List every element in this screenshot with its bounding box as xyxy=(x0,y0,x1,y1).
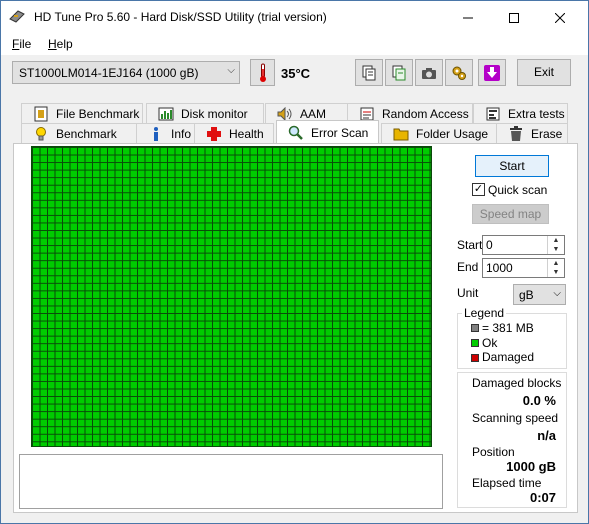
camera-icon xyxy=(422,67,436,79)
drive-select[interactable]: ST1000LM014-1EJ164 (1000 gB) ⌵ xyxy=(12,61,240,84)
tab-extra-tests-label: Extra tests xyxy=(508,106,565,121)
copy-all-button[interactable] xyxy=(385,59,413,86)
info-icon xyxy=(147,126,165,142)
maximize-icon xyxy=(509,12,519,23)
start-scan-button[interactable]: Start xyxy=(475,155,549,177)
disk-monitor-icon xyxy=(157,106,175,122)
start-input-value: 0 xyxy=(486,238,493,252)
tab-folder-usage[interactable]: Folder Usage xyxy=(381,123,497,143)
menu-file[interactable]: File xyxy=(12,37,31,51)
thermometer-icon xyxy=(259,63,266,82)
tab-health[interactable]: Health xyxy=(194,123,274,143)
folder-icon xyxy=(392,126,410,142)
copy-icon xyxy=(362,65,376,80)
tab-erase[interactable]: Erase xyxy=(496,123,568,143)
damaged-blocks-value: 0.0 % xyxy=(522,393,556,408)
close-icon xyxy=(555,12,565,23)
save-button[interactable] xyxy=(478,59,506,86)
end-field-label: End xyxy=(457,260,479,274)
scan-block-map xyxy=(31,146,432,447)
checkmark-icon: ✓ xyxy=(473,183,484,195)
copy-all-icon xyxy=(392,65,406,80)
chevron-down-icon: ⌵ xyxy=(553,288,561,299)
menu-help-label: elp xyxy=(56,37,73,51)
legend-damaged: Damaged xyxy=(482,350,535,364)
speed-map-button[interactable]: Speed map xyxy=(472,204,549,224)
legend-block-size: = 381 MB xyxy=(482,321,534,335)
extra-tests-icon xyxy=(484,106,502,122)
tab-error-scan-label: Error Scan xyxy=(311,125,369,140)
chevron-down-icon: ⌵ xyxy=(227,65,235,76)
start-input[interactable]: 0 ▲ ▼ xyxy=(482,235,565,255)
tab-info[interactable]: Info xyxy=(136,123,195,143)
position-value: 1000 gB xyxy=(506,459,556,474)
damaged-swatch xyxy=(471,354,479,362)
tab-file-benchmark-label: File Benchmark xyxy=(56,106,140,121)
scanning-speed-value: n/a xyxy=(537,428,556,443)
close-button[interactable] xyxy=(537,1,583,34)
menu-help[interactable]: Help xyxy=(48,37,73,51)
tab-aam-label: AAM xyxy=(300,106,327,121)
exit-button[interactable]: Exit xyxy=(517,59,571,86)
unit-select[interactable]: gB ⌵ xyxy=(513,284,566,305)
red-cross-icon xyxy=(205,126,223,142)
screenshot-button[interactable] xyxy=(415,59,443,86)
tab-file-benchmark[interactable]: File Benchmark xyxy=(21,103,143,123)
scanning-speed-label: Scanning speed xyxy=(472,411,559,425)
ok-swatch xyxy=(471,339,479,347)
tab-info-label: Info xyxy=(171,126,192,141)
temperature-button[interactable] xyxy=(250,59,275,86)
tab-error-scan[interactable]: Error Scan xyxy=(276,120,379,144)
magnifier-icon xyxy=(287,125,305,141)
menu-bar xyxy=(1,34,588,55)
tab-benchmark[interactable]: Benchmark xyxy=(21,123,138,143)
minimize-button[interactable] xyxy=(445,1,491,34)
menu-file-label: ile xyxy=(19,37,32,51)
legend-ok: Ok xyxy=(482,336,498,350)
hd-tune-app-icon xyxy=(9,9,25,23)
drive-select-value: ST1000LM014-1EJ164 (1000 gB) xyxy=(19,66,199,80)
download-arrow-icon xyxy=(484,64,500,81)
window-title: HD Tune Pro 5.60 - Hard Disk/SSD Utility… xyxy=(34,10,327,24)
elapsed-time-label: Elapsed time xyxy=(472,476,542,490)
spin-arrows-icon[interactable]: ▲ ▼ xyxy=(547,259,564,277)
unit-select-value: gB xyxy=(519,288,534,302)
spin-arrows-icon[interactable]: ▲ ▼ xyxy=(547,236,564,254)
options-button[interactable] xyxy=(445,59,473,86)
tab-extra-tests[interactable]: Extra tests xyxy=(473,103,568,123)
start-field-label: Start xyxy=(457,238,483,252)
tab-disk-monitor-label: Disk monitor xyxy=(181,106,248,121)
trash-icon xyxy=(507,125,525,142)
block-size-swatch xyxy=(471,324,479,332)
scan-log[interactable] xyxy=(19,454,443,509)
end-input[interactable]: 1000 ▲ ▼ xyxy=(482,258,565,278)
quick-scan-checkbox[interactable]: ✓ xyxy=(472,183,485,196)
damaged-blocks-label: Damaged blocks xyxy=(472,376,562,390)
legend-title: Legend xyxy=(462,306,507,320)
elapsed-time-value: 0:07 xyxy=(529,490,556,505)
gears-icon xyxy=(452,66,466,80)
tab-benchmark-label: Benchmark xyxy=(56,126,117,141)
position-label: Position xyxy=(472,445,515,459)
temperature-readout: 35°C xyxy=(281,66,311,81)
unit-label: Unit xyxy=(457,286,479,300)
tab-disk-monitor[interactable]: Disk monitor xyxy=(146,103,264,123)
minimize-icon xyxy=(463,17,473,18)
tab-random-access-label: Random Access xyxy=(382,106,469,121)
tab-health-label: Health xyxy=(229,126,264,141)
file-benchmark-icon xyxy=(32,106,50,122)
tab-erase-label: Erase xyxy=(531,126,563,141)
menu-help-accel: H xyxy=(48,37,57,51)
maximize-button[interactable] xyxy=(491,1,537,34)
copy-info-button[interactable] xyxy=(355,59,383,86)
lightbulb-icon xyxy=(32,126,50,142)
tab-folder-usage-label: Folder Usage xyxy=(416,126,489,141)
quick-scan-label: Quick scan xyxy=(488,183,548,197)
end-input-value: 1000 xyxy=(486,261,513,275)
